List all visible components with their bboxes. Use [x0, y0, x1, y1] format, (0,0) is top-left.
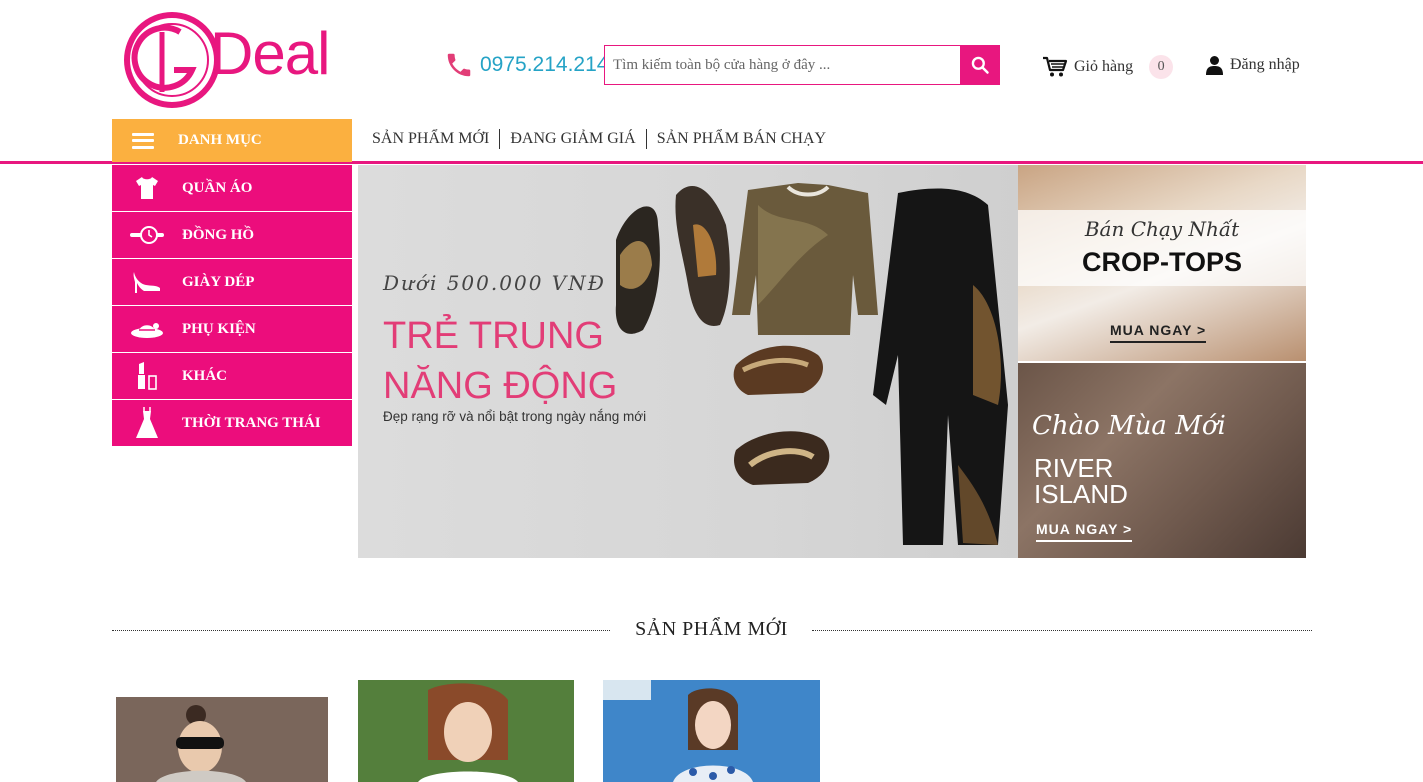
product-photo: [358, 680, 574, 782]
search-input[interactable]: [605, 46, 960, 84]
sidebar-item-other[interactable]: KHÁC: [112, 353, 352, 400]
promo-title-line: RIVER: [1034, 453, 1114, 483]
product-card-image[interactable]: [603, 680, 820, 782]
sidebar-item-clothing[interactable]: QUẦN ÁO: [112, 165, 352, 212]
sidebar-item-label: PHỤ KIỆN: [182, 320, 256, 337]
login-label: Đăng nhập: [1230, 56, 1300, 73]
site-logo[interactable]: Deal: [122, 10, 330, 110]
sidebar-item-shoes[interactable]: GIÀY DÉP: [112, 259, 352, 306]
cart-icon: [1043, 56, 1068, 77]
promo-title: CROP-TOPS: [1081, 247, 1243, 277]
hero-title: TRẺ TRUNG NĂNG ĐỘNG: [383, 311, 617, 411]
sidebar-item-label: GIÀY DÉP: [182, 273, 255, 290]
promo-banner-river-island[interactable]: Chào Mùa Mới RIVER ISLAND MUA NGAY >: [1018, 363, 1306, 558]
promo-script: Bán Chạy Nhất: [1084, 217, 1240, 241]
user-icon: [1206, 56, 1223, 75]
search-icon: [971, 56, 989, 74]
category-menu-toggle[interactable]: DANH MỤC: [112, 119, 352, 162]
nav-link-on-sale[interactable]: ĐANG GIẢM GIÁ: [500, 128, 645, 150]
hotline[interactable]: 0975.214.214: [444, 50, 608, 80]
logo-wordmark: Deal: [210, 20, 330, 87]
promo-title: RIVER ISLAND: [1034, 455, 1128, 507]
top-navigation: SẢN PHẨM MỚI ĐANG GIẢM GIÁ SẢN PHẨM BÁN …: [362, 128, 836, 150]
shirt-icon: [130, 173, 164, 203]
sidebar-item-watches[interactable]: ĐỒNG HỒ: [112, 212, 352, 259]
hero-subtitle: Đẹp rạng rỡ và nổi bật trong ngày nắng m…: [383, 409, 647, 424]
product-card-image[interactable]: [358, 680, 574, 782]
login-link[interactable]: Đăng nhập: [1206, 55, 1300, 75]
hero-price-note: Dưới 500.000 VNĐ: [383, 271, 606, 295]
high-heel-icon: [130, 267, 164, 297]
cart-count-badge: 0: [1149, 55, 1174, 79]
sidebar-item-label: THỜI TRANG THÁI: [182, 414, 321, 431]
promo-buy-now-link[interactable]: MUA NGAY >: [1110, 322, 1207, 343]
sidebar-item-label: QUẦN ÁO: [182, 179, 253, 196]
hero-banner[interactable]: Dưới 500.000 VNĐ TRẺ TRUNG NĂNG ĐỘNG Đẹp…: [358, 165, 1018, 558]
category-menu-label: DANH MỤC: [178, 132, 262, 148]
hat-icon: [130, 314, 164, 344]
hero-title-line: NĂNG ĐỘNG: [383, 365, 618, 407]
promo-title-line: ISLAND: [1034, 479, 1128, 509]
nav-link-best-sellers[interactable]: SẢN PHẨM BÁN CHẠY: [647, 128, 836, 150]
promo-script: Chào Mùa Mới: [1032, 411, 1226, 441]
cart-label: Giỏ hàng: [1074, 58, 1134, 75]
phone-icon: [447, 53, 471, 77]
product-photo: [603, 680, 820, 782]
search-bar: [604, 45, 1000, 85]
cart-link[interactable]: Giỏ hàng 0: [1042, 55, 1174, 79]
sidebar-item-label: KHÁC: [182, 367, 227, 384]
lipstick-icon: [130, 361, 164, 391]
watch-icon: [130, 220, 164, 250]
promo-banner-crop-tops[interactable]: Bán Chạy Nhất CROP-TOPS MUA NGAY >: [1018, 165, 1306, 361]
sidebar-item-label: ĐỒNG HỒ: [182, 226, 255, 243]
dress-icon: [130, 407, 164, 438]
category-sidebar: QUẦN ÁO ĐỒNG HỒ GIÀY DÉP PHỤ KIỆN KHÁC T…: [112, 165, 352, 447]
sidebar-item-thai-fashion[interactable]: THỜI TRANG THÁI: [112, 400, 352, 447]
product-card-image[interactable]: [116, 697, 328, 782]
logo-emblem: [124, 12, 220, 108]
section-title: SẢN PHẨM MỚI: [635, 618, 788, 640]
phone-number: 0975.214.214: [480, 53, 609, 76]
sidebar-item-accessories[interactable]: PHỤ KIỆN: [112, 306, 352, 353]
promo-buy-now-link[interactable]: MUA NGAY >: [1036, 521, 1133, 542]
hero-title-line: TRẺ TRUNG: [383, 315, 604, 357]
search-button[interactable]: [960, 46, 999, 84]
nav-link-new-products[interactable]: SẢN PHẨM MỚI: [362, 128, 499, 150]
product-photo: [116, 697, 328, 782]
menu-icon: [132, 132, 154, 149]
